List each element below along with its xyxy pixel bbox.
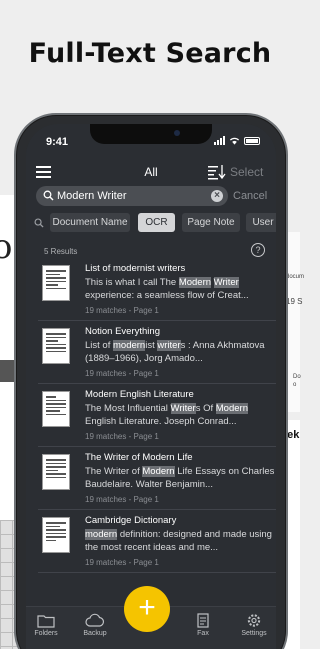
snippet-text: List of xyxy=(85,340,113,351)
match-highlight: writer xyxy=(157,340,181,351)
headline: Full-Text Search xyxy=(28,38,272,69)
document-thumbnail xyxy=(42,328,70,364)
signal-icon xyxy=(214,136,225,145)
document-thumbnail xyxy=(42,517,70,553)
cancel-button[interactable]: Cancel xyxy=(233,190,267,202)
list-item[interactable]: List of modernist writers This is what I… xyxy=(38,258,276,321)
add-button[interactable]: + xyxy=(124,586,170,632)
result-snippet: The Writer of Modern Life Essays on Char… xyxy=(85,466,275,491)
filter-page-note[interactable]: Page Note xyxy=(182,213,240,232)
tab-folders[interactable]: Folders xyxy=(26,613,66,637)
result-snippet: List of modernist writers : Anna Akhmato… xyxy=(85,340,275,365)
snippet-text: The Most Influential xyxy=(85,403,171,414)
match-highlight: Writer xyxy=(170,403,196,414)
snippet-text: s Of xyxy=(195,403,216,414)
search-icon xyxy=(43,190,54,201)
filter-ocr[interactable]: OCR xyxy=(138,213,175,232)
snippet-text: The Writer of xyxy=(85,466,143,477)
result-meta: 19 matches - Page 1 xyxy=(85,369,159,378)
list-item[interactable]: Notion Everything List of modernist writ… xyxy=(38,321,276,384)
results-count: 5 Results xyxy=(44,247,78,256)
top-bar: All Select xyxy=(26,160,276,186)
camera-icon xyxy=(174,130,180,136)
document-thumbnail xyxy=(42,391,70,427)
match-highlight: Modern xyxy=(142,466,175,477)
filter-document-name[interactable]: Document Name xyxy=(50,213,130,232)
fax-icon xyxy=(197,613,209,628)
document-thumbnail xyxy=(42,265,70,301)
status-time: 9:41 xyxy=(46,136,69,148)
wifi-icon xyxy=(229,137,240,145)
search-icon xyxy=(34,218,44,228)
sort-icon[interactable] xyxy=(208,164,226,180)
list-item[interactable]: The Writer of Modern Life The Writer of … xyxy=(38,447,276,510)
result-title: List of modernist writers xyxy=(85,263,186,274)
cloud-icon xyxy=(85,613,105,627)
filter-user[interactable]: User xyxy=(246,213,276,232)
match-highlight: Modern xyxy=(215,403,248,414)
match-highlight: Writer xyxy=(213,277,239,288)
list-item[interactable]: Modern English Literature The Most Influ… xyxy=(38,384,276,447)
app-screen: 9:41 All Select Modern Writer × Cancel D… xyxy=(26,124,276,649)
result-snippet: This is what I call The Modern Writer ex… xyxy=(85,277,275,302)
result-meta: 19 matches - Page 1 xyxy=(85,558,159,567)
tab-backup[interactable]: Backup xyxy=(75,613,115,637)
filter-bar: Document Name OCR Page Note User xyxy=(26,213,276,233)
snippet-text: experience: a seamless flow of Creat... xyxy=(85,289,249,301)
match-highlight: modern xyxy=(85,529,118,540)
tab-label: Backup xyxy=(83,630,107,637)
list-item[interactable]: Cambridge Dictionary modern definition: … xyxy=(38,510,276,573)
gear-icon xyxy=(247,614,261,627)
document-thumbnail xyxy=(42,454,70,490)
snippet-text: This is what I call The xyxy=(85,277,179,288)
result-title: Cambridge Dictionary xyxy=(85,515,177,526)
select-button[interactable]: Select xyxy=(230,165,263,179)
match-highlight: Modern xyxy=(178,277,212,288)
background-letter: o xyxy=(0,227,13,267)
battery-icon xyxy=(244,136,260,145)
snippet-text: ist xyxy=(145,340,158,351)
clear-icon[interactable]: × xyxy=(211,190,223,202)
result-snippet: modern definition: designed and made usi… xyxy=(85,529,275,554)
status-icons xyxy=(214,136,260,145)
result-list: List of modernist writers This is what I… xyxy=(26,258,276,573)
tab-label: Folders xyxy=(34,630,58,637)
result-snippet: The Most Influential Writers Of Modern E… xyxy=(85,403,275,428)
result-meta: 19 matches - Page 1 xyxy=(85,495,159,504)
tab-fax[interactable]: Fax xyxy=(183,613,223,637)
snippet-text: English Literature. Joseph Conrad... xyxy=(85,415,237,427)
match-highlight: modern xyxy=(113,340,146,351)
result-title: The Writer of Modern Life xyxy=(85,452,193,463)
tab-settings[interactable]: Settings xyxy=(234,613,274,637)
result-title: Notion Everything xyxy=(85,326,160,337)
result-meta: 19 matches - Page 1 xyxy=(85,432,159,441)
tab-label: Settings xyxy=(241,630,267,637)
search-value: Modern Writer xyxy=(57,190,127,202)
search-input[interactable]: Modern Writer × xyxy=(36,186,228,206)
result-meta: 19 matches - Page 1 xyxy=(85,306,159,315)
folder-icon xyxy=(37,615,55,628)
result-title: Modern English Literature xyxy=(85,389,194,400)
notch xyxy=(90,124,212,144)
help-icon[interactable]: ? xyxy=(251,243,265,257)
tab-label: Fax xyxy=(197,630,209,637)
